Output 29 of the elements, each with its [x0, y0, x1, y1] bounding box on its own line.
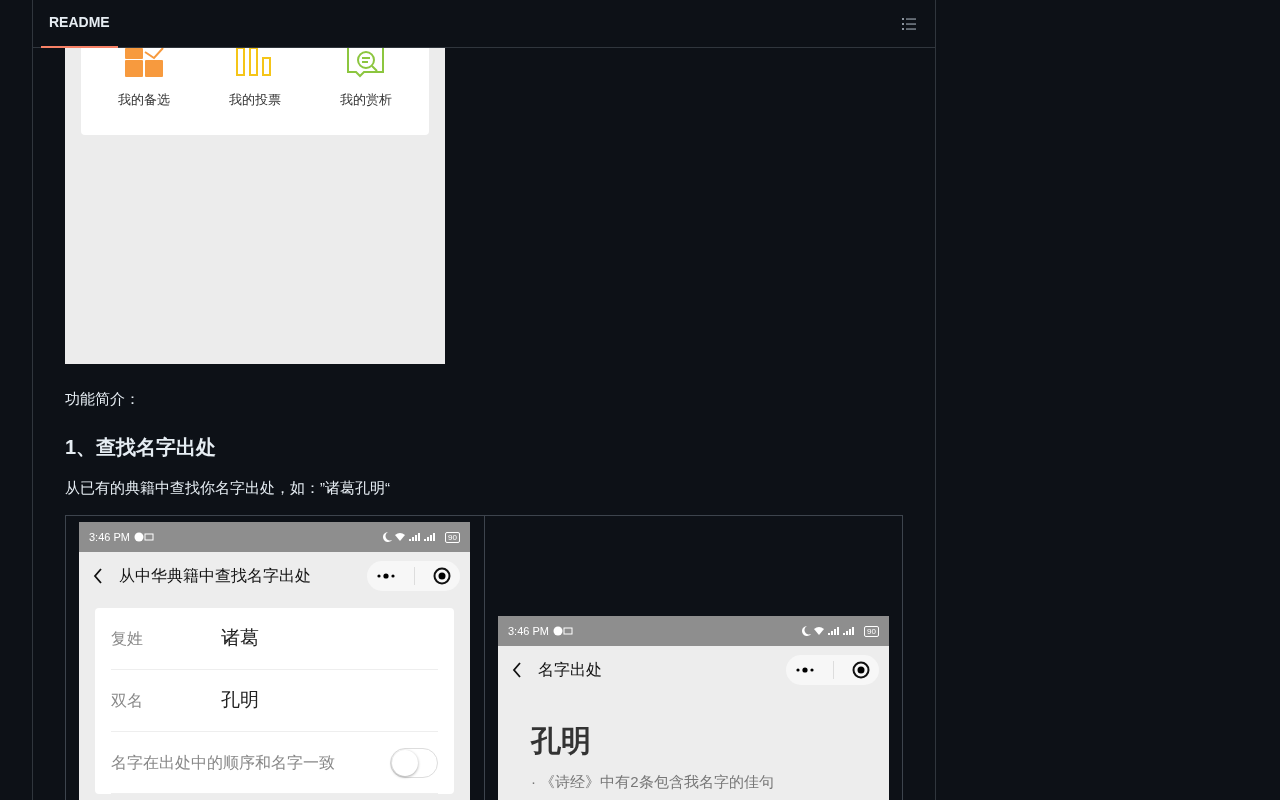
- result-summary: · 《诗经》中有2条包含我名字的佳句: [531, 772, 775, 792]
- intro-text: 功能简介：: [65, 389, 141, 409]
- shortcut-label: 我的备选: [118, 91, 171, 109]
- battery-level: 90: [445, 531, 460, 543]
- description-text: 从已有的典籍中查找你名字出处，如：”诸葛孔明“: [65, 477, 391, 498]
- field-label: 双名: [111, 690, 144, 711]
- page-title: 从中华典籍中查找名字出处: [119, 566, 311, 586]
- close-icon[interactable]: [852, 661, 870, 679]
- back-icon[interactable]: [512, 662, 522, 678]
- notification-icon: [133, 532, 154, 542]
- outline-menu-icon[interactable]: [901, 16, 917, 31]
- shortcut-label: 我的赏析: [339, 91, 392, 109]
- field-value: 诸葛: [221, 626, 259, 651]
- section-heading: 1、查找名字出处: [65, 434, 218, 459]
- battery-level: 90: [864, 625, 879, 637]
- close-icon[interactable]: [433, 567, 451, 585]
- toggle-switch[interactable]: [390, 747, 438, 778]
- toggle-label: 名字在出处中的顺序和名字一致: [111, 752, 335, 773]
- field-value: 孔明: [221, 688, 259, 713]
- notification-icon: [552, 626, 573, 636]
- back-icon[interactable]: [93, 568, 103, 584]
- status-time: 3:46 PM: [89, 529, 130, 545]
- more-icon[interactable]: [795, 667, 815, 673]
- shortcut-label: 我的投票: [229, 91, 281, 109]
- status-time: 3:46 PM: [508, 623, 549, 639]
- page-title: 名字出处: [538, 660, 602, 680]
- more-icon[interactable]: [376, 573, 396, 579]
- field-label: 复姓: [111, 628, 144, 649]
- result-name: 孔明: [531, 723, 592, 759]
